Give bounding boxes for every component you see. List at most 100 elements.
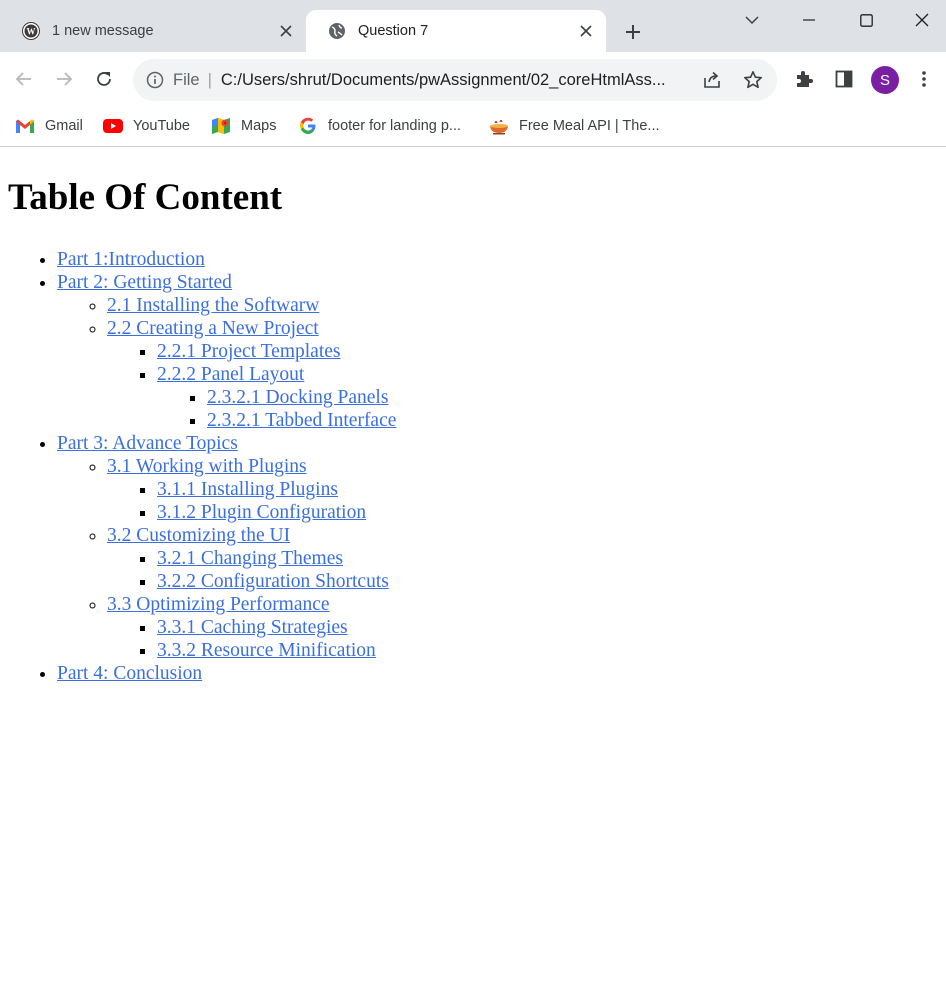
tab-1-new-message[interactable]: W 1 new message [0,10,306,52]
bookmark-label: Maps [241,118,277,134]
bookmark-label: Gmail [45,118,83,134]
minimize-window-button[interactable] [781,0,837,40]
url-text[interactable]: C:/Users/shrut/Documents/pwAssignment/02… [221,71,691,90]
close-tab-icon[interactable] [574,19,598,43]
toc-item: 2.1 Installing the Softwarw [107,294,396,317]
chevron-down-icon [745,15,759,24]
address-bar[interactable]: File | C:/Users/shrut/Documents/pwAssign… [133,59,777,101]
meal-icon [489,116,509,136]
toc-item: 2.2.2 Panel Layout 2.3.2.1 Docking Panel… [157,363,396,432]
globe-icon [328,22,346,40]
toc-item: Part 3: Advance Topics 3.1 Working with … [57,432,396,662]
toc-item: 3.2.2 Configuration Shortcuts [157,570,396,593]
toc-link[interactable]: 3.3 Optimizing Performance [107,594,330,615]
toc-item: Part 4: Conclusion [57,662,396,685]
toc-item: 3.1.2 Plugin Configuration [157,501,396,524]
toc-link[interactable]: 3.2 Customizing the UI [107,525,290,546]
toc-item: 2.2 Creating a New Project 2.2.1 Project… [107,317,396,432]
side-panel-icon [835,70,853,88]
close-tab-icon[interactable] [274,19,298,43]
close-icon [915,13,929,27]
toc-link[interactable]: 2.2 Creating a New Project [107,318,319,339]
minimize-icon [803,19,815,21]
toc-item: 2.3.2.1 Docking Panels [207,386,396,409]
divider: | [207,70,212,89]
bookmark-footer-google[interactable]: footer for landing p... [298,114,461,138]
forward-arrow-icon [57,72,73,86]
extensions-button[interactable] [789,64,819,94]
toc-link[interactable]: Part 4: Conclusion [57,663,202,684]
table-of-contents: Part 1:Introduction Part 2: Getting Star… [8,248,396,685]
side-panel-button[interactable] [829,64,859,94]
toc-link[interactable]: 2.3.2.1 Tabbed Interface [207,410,396,431]
tab-title: Question 7 [358,23,429,39]
toc-link[interactable]: 3.2.1 Changing Themes [157,548,343,569]
maximize-window-button[interactable] [838,0,894,40]
menu-button[interactable] [909,64,939,94]
bookmark-label: Free Meal API | The... [519,118,660,134]
toc-sublist: 3.1 Working with Plugins 3.1.1 Installin… [57,455,396,662]
browser-toolbar: File | C:/Users/shrut/Documents/pwAssign… [0,52,946,108]
bookmark-star-icon[interactable] [742,69,764,91]
wordpress-icon: W [22,22,40,40]
tab-search-button[interactable] [724,0,780,40]
page-title: Table Of Content [8,177,283,218]
youtube-icon [103,116,123,136]
toc-item: 3.3.2 Resource Minification [157,639,396,662]
bookmark-gmail[interactable]: Gmail [15,114,83,138]
toc-sublist: 3.1.1 Installing Plugins 3.1.2 Plugin Co… [107,478,396,524]
toc-link[interactable]: Part 3: Advance Topics [57,433,238,454]
toc-sublist: 3.3.1 Caching Strategies 3.3.2 Resource … [107,616,396,662]
reload-button[interactable] [89,64,119,94]
tab-strip: W 1 new message Question 7 [0,0,946,52]
toc-item: 3.2 Customizing the UI 3.2.1 Changing Th… [107,524,396,593]
toc-item: 3.1 Working with Plugins 3.1.1 Installin… [107,455,396,524]
toc-link[interactable]: 3.1 Working with Plugins [107,456,307,477]
toc-sublist: 2.3.2.1 Docking Panels 2.3.2.1 Tabbed In… [157,386,396,432]
toc-item: 2.2.1 Project Templates [157,340,396,363]
kebab-menu-icon [922,71,926,87]
toc-item: 3.3 Optimizing Performance 3.3.1 Caching… [107,593,396,662]
maximize-icon [859,13,873,27]
toc-link[interactable]: 3.1.1 Installing Plugins [157,479,338,500]
toc-sublist: 3.2.1 Changing Themes 3.2.2 Configuratio… [107,547,396,593]
tab-title: 1 new message [52,23,154,39]
toc-link[interactable]: 2.3.2.1 Docking Panels [207,387,388,408]
toc-link[interactable]: 2.2.2 Panel Layout [157,364,304,385]
toc-item: Part 1:Introduction [57,248,396,271]
bookmarks-bar: Gmail YouTube Maps footer for landing p.… [0,108,946,147]
bookmark-free-meal-api[interactable]: Free Meal API | The... [489,114,660,138]
url-scheme-label: File [173,70,200,89]
share-icon[interactable] [701,69,723,91]
puzzle-icon [797,71,813,87]
toc-link[interactable]: 3.2.2 Configuration Shortcuts [157,571,389,592]
bookmark-label: YouTube [133,118,190,134]
toc-link[interactable]: Part 2: Getting Started [57,272,232,293]
profile-avatar[interactable]: S [871,66,899,94]
new-tab-button[interactable] [618,18,648,46]
tab-question-7[interactable]: Question 7 [306,10,606,52]
back-arrow-icon [15,72,31,86]
toc-link[interactable]: 2.1 Installing the Softwarw [107,295,319,316]
maps-icon [211,116,231,136]
toc-link[interactable]: Part 1:Introduction [57,249,205,270]
close-window-button[interactable] [894,0,946,40]
info-icon[interactable] [145,70,165,90]
toc-link[interactable]: 3.1.2 Plugin Configuration [157,502,366,523]
plus-icon [626,25,640,39]
toc-sublist: 2.2.1 Project Templates 2.2.2 Panel Layo… [107,340,396,432]
gmail-icon [15,116,35,136]
toc-item: 3.3.1 Caching Strategies [157,616,396,639]
forward-button[interactable] [49,64,79,94]
toc-sublist: 2.1 Installing the Softwarw 2.2 Creating… [57,294,396,432]
toc-link[interactable]: 2.2.1 Project Templates [157,341,341,362]
toc-link[interactable]: 3.3.1 Caching Strategies [157,617,348,638]
toc-link[interactable]: 3.3.2 Resource Minification [157,640,376,661]
toc-item: 2.3.2.1 Tabbed Interface [207,409,396,432]
toc-item: 3.2.1 Changing Themes [157,547,396,570]
page-content: Table Of Content Part 1:Introduction Par… [0,147,946,1003]
bookmark-youtube[interactable]: YouTube [103,114,190,138]
bookmark-label: footer for landing p... [328,118,461,134]
back-button[interactable] [9,64,39,94]
bookmark-maps[interactable]: Maps [211,114,276,138]
